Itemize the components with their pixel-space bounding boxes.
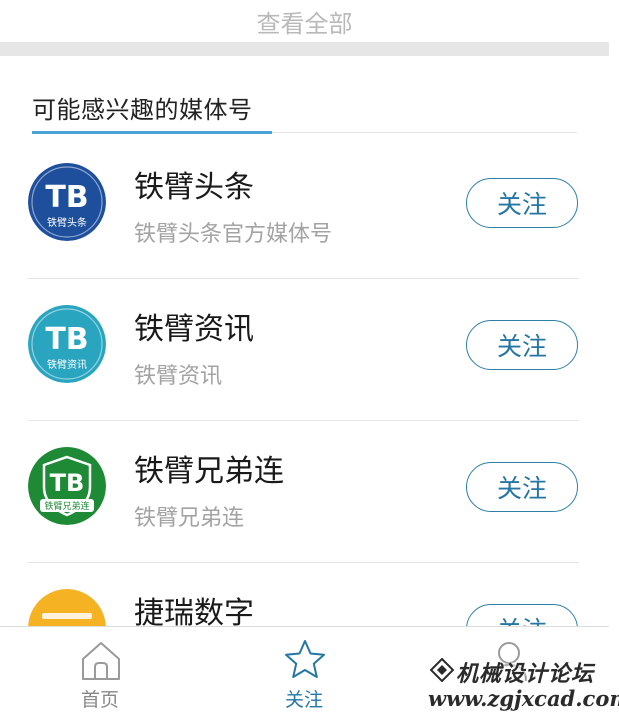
media-name: 铁臂头条 [134,170,254,205]
logo-caption: 铁臂兄弟连 [44,500,89,512]
watermark-url: www.zgjxcad.com [428,686,619,711]
follow-button[interactable]: 关注 [466,462,578,512]
tb-logo-icon: TB 铁臂资讯 [28,305,106,383]
watermark: 机械设计论坛 www.zgjxcad.com [428,656,619,716]
media-description: 铁臂头条官方媒体号 [134,222,333,247]
media-description: 铁臂资讯 [134,364,223,389]
jerei-logo-icon [28,589,106,626]
star-icon [285,640,325,678]
home-icon [82,642,120,680]
section-header: 可能感兴趣的媒体号 [32,84,577,134]
logo-caption: 铁臂头条 [47,216,87,229]
media-name: 捷瑞数字 [134,596,254,626]
tab-follow[interactable]: 关注 [244,627,364,717]
media-avatar[interactable]: TB 铁臂头条 [28,163,106,241]
tb-logo-icon: TB 铁臂头条 [28,163,106,241]
logo-caption: 铁臂资讯 [47,358,87,371]
right-gutter [609,0,619,716]
follow-button[interactable]: 关注 [466,604,578,626]
tab-label: 关注 [284,689,323,711]
tab-label: 首页 [80,689,119,711]
tab-home[interactable]: 首页 [40,627,160,717]
follow-button[interactable]: 关注 [466,320,578,370]
section-separator [0,42,609,56]
view-all-link[interactable]: 查看全部 [0,0,609,42]
logo-text: TB [45,322,88,357]
media-avatar[interactable]: TB 铁臂资讯 [28,305,106,383]
media-item[interactable]: TB 铁臂资讯 铁臂资讯 铁臂资讯 关注 [28,278,579,421]
section-title-underline [32,131,272,134]
media-avatar[interactable] [28,589,106,626]
follow-button[interactable]: 关注 [466,178,578,228]
view-all-label: 查看全部 [256,9,353,38]
recommended-media-section: 可能感兴趣的媒体号 TB 铁臂头条 铁臂头条 铁臂头条官方媒体号 关注 TB 铁… [0,56,609,626]
media-name: 铁臂兄弟连 [134,454,284,489]
section-title: 可能感兴趣的媒体号 [32,96,253,124]
logo-text: TB [45,180,88,215]
media-description: 铁臂兄弟连 [134,506,245,531]
forum-logo-icon [430,658,454,682]
media-item[interactable]: TB 铁臂兄弟连 铁臂兄弟连 铁臂兄弟连 关注 [28,420,579,563]
logo-text: TB [50,469,85,497]
media-avatar[interactable]: TB 铁臂兄弟连 [28,447,106,525]
media-item[interactable]: TB 铁臂头条 铁臂头条 铁臂头条官方媒体号 关注 [28,136,579,279]
tb-shield-logo-icon: TB 铁臂兄弟连 [28,447,106,525]
media-item[interactable]: 捷瑞数字 关注 [28,562,579,626]
watermark-title: 机械设计论坛 [456,661,595,687]
media-name: 铁臂资讯 [134,312,254,347]
